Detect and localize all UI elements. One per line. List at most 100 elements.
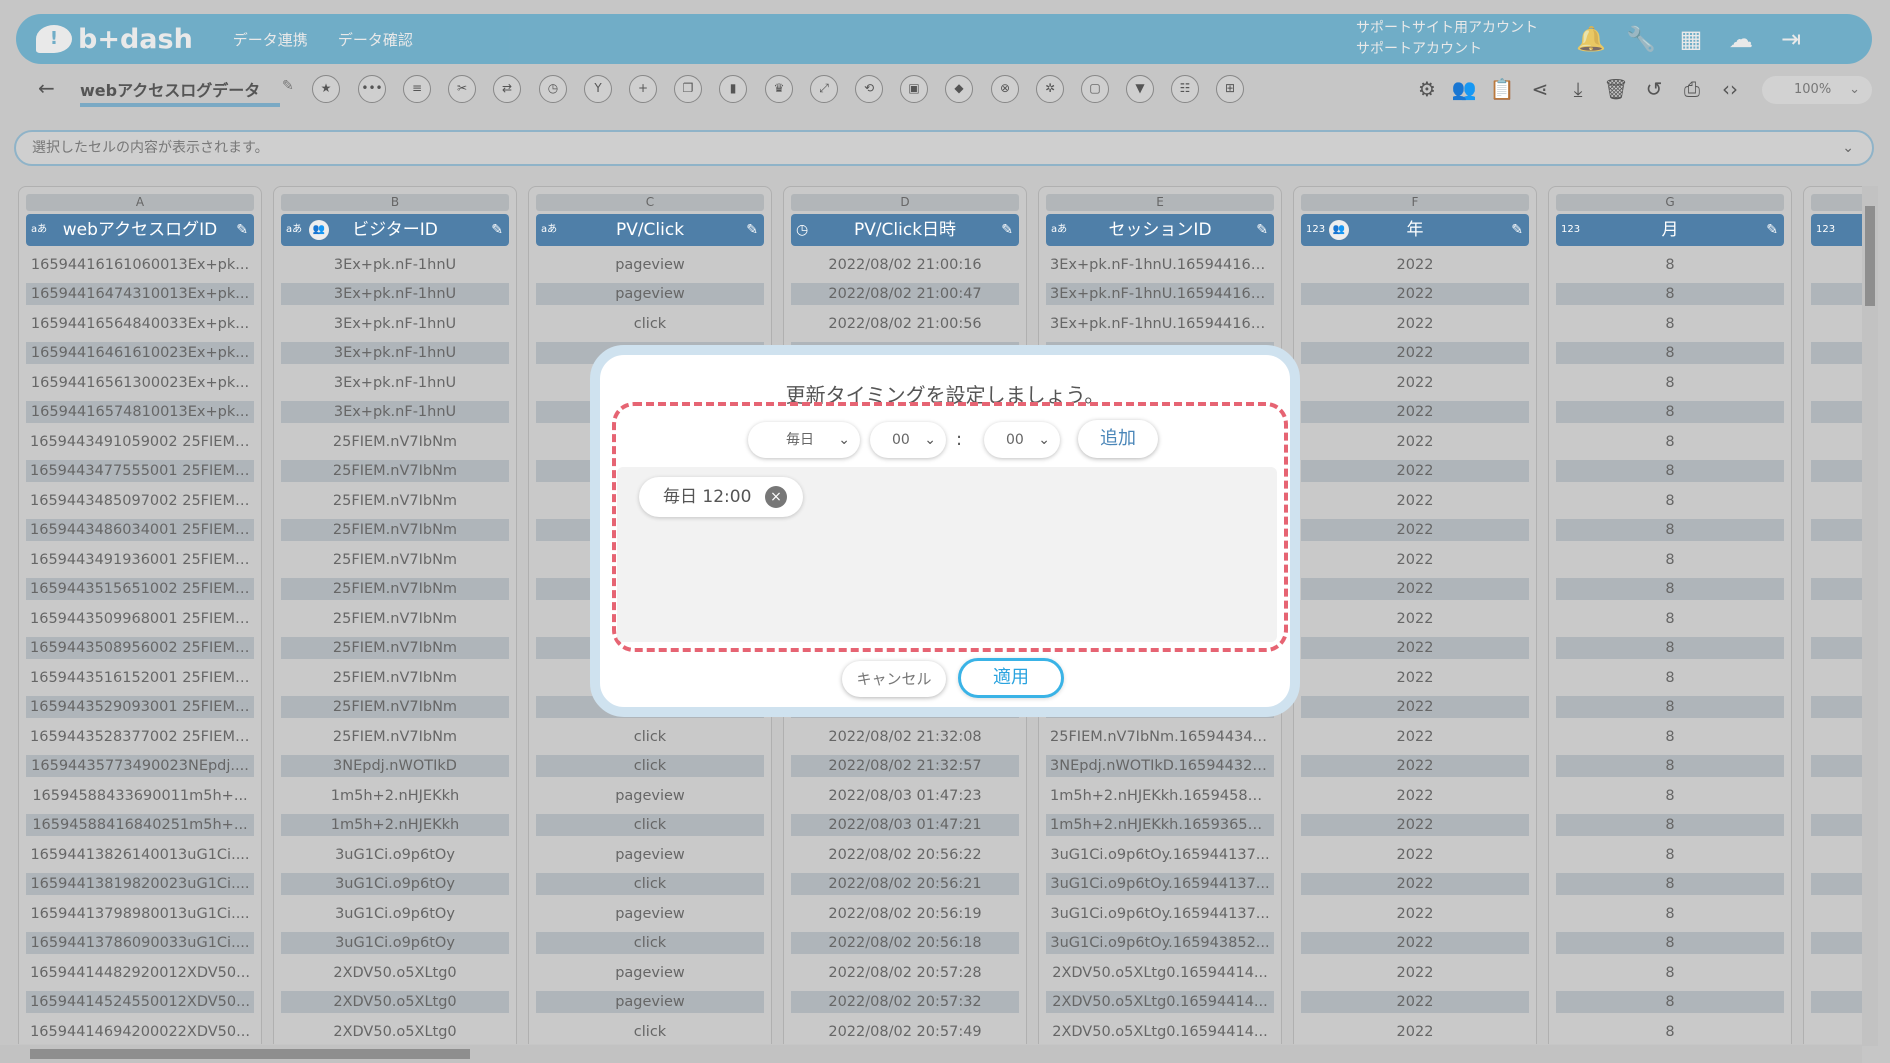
table-cell[interactable]	[1811, 903, 1862, 925]
table-cell[interactable]: 2022	[1301, 814, 1529, 836]
screen-icon[interactable]: ▢	[1081, 75, 1109, 103]
table-cell[interactable]: 8	[1556, 254, 1784, 276]
table-cell[interactable]: click	[536, 932, 764, 954]
table-cell[interactable]: 2022/08/03 01:47:21	[791, 814, 1019, 836]
minute-select[interactable]: 00 ⌄	[984, 422, 1060, 458]
share-icon[interactable]: ⋖	[1526, 75, 1554, 103]
table-cell[interactable]: 16594414694200022XDV50...	[26, 1021, 254, 1043]
vertical-scroll-thumb[interactable]	[1865, 206, 1875, 306]
rename-pencil-icon[interactable]: ✎	[282, 78, 294, 94]
table-cell[interactable]: 2022/08/02 21:00:16	[791, 254, 1019, 276]
table-cell[interactable]	[1811, 873, 1862, 895]
table-cell[interactable]: 2022/08/02 21:32:57	[791, 755, 1019, 777]
table-cell[interactable]: 25FIEM.nV7IbNm	[281, 637, 509, 659]
table-cell[interactable]: pageview	[536, 283, 764, 305]
edit-pencil-icon[interactable]: ✎	[236, 214, 248, 246]
table-cell[interactable]: 2022	[1301, 254, 1529, 276]
table-cell[interactable]: 2022	[1301, 903, 1529, 925]
vertical-scrollbar[interactable]	[1862, 186, 1878, 1046]
table-cell[interactable]: 2022/08/02 21:00:47	[791, 283, 1019, 305]
table-cell[interactable]	[1811, 696, 1862, 718]
table-cell[interactable]: 2XDV50.o5XLtg0.16594414...	[1046, 991, 1274, 1013]
horizontal-scrollbar[interactable]	[0, 1045, 1862, 1063]
table-cell[interactable]: 2022	[1301, 873, 1529, 895]
table-cell[interactable]: click	[536, 755, 764, 777]
table-cell[interactable]	[1811, 490, 1862, 512]
table-cell[interactable]: 2022/08/02 21:00:56	[791, 313, 1019, 335]
table-cell[interactable]: 16594414524550012XDV50...	[26, 991, 254, 1013]
table-cell[interactable]: 16594416161060013Ex+pk...	[26, 254, 254, 276]
table-cell[interactable]: 3Ex+pk.nF-1hnU	[281, 254, 509, 276]
column-letter[interactable]: D	[791, 194, 1019, 211]
table-cell[interactable]: 2022/08/02 20:56:18	[791, 932, 1019, 954]
history-icon[interactable]: ↺	[1640, 75, 1668, 103]
table-cell[interactable]: 2022	[1301, 696, 1529, 718]
table-cell[interactable]: 3uG1Ci.o9p6tOy.165944137...	[1046, 873, 1274, 895]
embed-code-icon[interactable]: ‹›	[1716, 75, 1744, 103]
table-cell[interactable]: 1659443491059002 25FIEM....	[26, 431, 254, 453]
close-circle-icon[interactable]: ⊗	[991, 75, 1019, 103]
table-cell[interactable]: 8	[1556, 726, 1784, 748]
column-letter[interactable]: G	[1556, 194, 1784, 211]
merge-icon[interactable]: Y	[584, 75, 612, 103]
table-cell[interactable]: pageview	[536, 903, 764, 925]
table-cell[interactable]: 1659443528377002 25FIEM....	[26, 726, 254, 748]
table-cell[interactable]: 2022	[1301, 637, 1529, 659]
column-header[interactable]: aあ 👥 ビジターID ✎	[281, 214, 509, 246]
table-cell[interactable]: 8	[1556, 785, 1784, 807]
table-cell[interactable]: 3Ex+pk.nF-1hnU	[281, 283, 509, 305]
table-cell[interactable]: 16594416564840033Ex+pk...	[26, 313, 254, 335]
table-cell[interactable]	[1811, 519, 1862, 541]
table-cell[interactable]	[1811, 962, 1862, 984]
lock-icon[interactable]: ▣	[900, 75, 928, 103]
table-cell[interactable]: 25FIEM.nV7IbNm	[281, 431, 509, 453]
table-cell[interactable]: 1659443486034001 25FIEM....	[26, 519, 254, 541]
frequency-select[interactable]: 毎日 ⌄	[748, 422, 860, 458]
add-button[interactable]: 追加	[1078, 420, 1158, 458]
table-cell[interactable]: 3uG1Ci.o9p6tOy.165944137...	[1046, 844, 1274, 866]
table-cell[interactable]: click	[536, 726, 764, 748]
table-cell[interactable]	[1811, 401, 1862, 423]
table-cell[interactable]: 2022	[1301, 1021, 1529, 1043]
logout-icon[interactable]: ⇥	[1776, 24, 1806, 54]
table-cell[interactable]: click	[536, 873, 764, 895]
copy-icon[interactable]: ❐	[674, 75, 702, 103]
table-cell[interactable]: 8	[1556, 342, 1784, 364]
table-cell[interactable]: 2022	[1301, 991, 1529, 1013]
column-header[interactable]: ◷ PV/Click日時 ✎	[791, 214, 1019, 246]
trash-icon[interactable]: ▮	[719, 75, 747, 103]
table-cell[interactable]: 3Ex+pk.nF-1hnU	[281, 372, 509, 394]
clipboard-icon[interactable]: 📋	[1488, 75, 1516, 103]
table-cell[interactable]: 2022	[1301, 460, 1529, 482]
table-cell[interactable]: 8	[1556, 873, 1784, 895]
grid-apps-icon[interactable]: ▦	[1676, 24, 1706, 54]
table-cell[interactable]: 8	[1556, 991, 1784, 1013]
table-cell[interactable]: 8	[1556, 401, 1784, 423]
edit-pencil-icon[interactable]: ✎	[1256, 214, 1268, 246]
table-cell[interactable]: 1659443477555001 25FIEM....	[26, 460, 254, 482]
zoom-select[interactable]: 100% ⌄	[1762, 76, 1872, 104]
table-cell[interactable]	[1811, 785, 1862, 807]
crown-icon[interactable]: ♛	[765, 75, 793, 103]
table-cell[interactable]: 1659443491936001 25FIEM....	[26, 549, 254, 571]
column-header[interactable]: aあ セッションID ✎	[1046, 214, 1274, 246]
table-cell[interactable]: 1m5h+2.nHJEKkh	[281, 785, 509, 807]
table-cell[interactable]: 25FIEM.nV7IbNm	[281, 460, 509, 482]
column-letter[interactable]: C	[536, 194, 764, 211]
column-header[interactable]: 123 月 ✎	[1556, 214, 1784, 246]
table-cell[interactable]: 2022	[1301, 490, 1529, 512]
table-cell[interactable]: 16594588433690011m5h+...	[26, 785, 254, 807]
column-letter[interactable]: E	[1046, 194, 1274, 211]
table-cell[interactable]: 8	[1556, 1021, 1784, 1043]
table-cell[interactable]: 16594413798980013uG1Ci....	[26, 903, 254, 925]
box-icon[interactable]: ◆	[945, 75, 973, 103]
table-cell[interactable]: 1m5h+2.nHJEKkh	[281, 814, 509, 836]
table-cell[interactable]: 2022	[1301, 726, 1529, 748]
back-arrow-icon[interactable]: ←	[38, 76, 55, 100]
table-cell[interactable]: 3Ex+pk.nF-1hnU	[281, 401, 509, 423]
table-cell[interactable]: 3Ex+pk.nF-1hnU.165944160...	[1046, 254, 1274, 276]
table-cell[interactable]: 3uG1Ci.o9p6tOy	[281, 903, 509, 925]
table-cell[interactable]: 2XDV50.o5XLtg0	[281, 991, 509, 1013]
table-cell[interactable]: 8	[1556, 519, 1784, 541]
table-cell[interactable]: 3Ex+pk.nF-1hnU	[281, 313, 509, 335]
